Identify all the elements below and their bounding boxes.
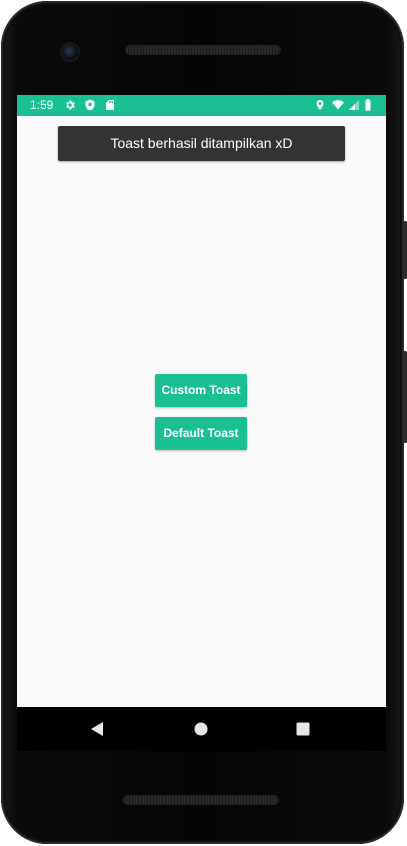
default-toast-button[interactable]: Default Toast xyxy=(155,417,247,450)
status-bar: 1:59 xyxy=(17,95,386,116)
status-time: 1:59 xyxy=(30,98,54,112)
gear-icon xyxy=(64,99,76,111)
top-speaker xyxy=(126,46,280,54)
location-icon xyxy=(314,99,326,111)
volume-button xyxy=(402,351,407,443)
recents-icon[interactable] xyxy=(295,721,311,737)
battery-icon xyxy=(363,99,373,111)
wifi-icon xyxy=(331,99,345,111)
home-icon[interactable] xyxy=(193,721,209,737)
bottom-speaker xyxy=(124,796,278,804)
sd-card-icon xyxy=(104,99,116,111)
custom-toast-button[interactable]: Custom Toast xyxy=(155,374,247,407)
front-camera xyxy=(62,44,78,60)
cell-signal-icon xyxy=(348,99,360,111)
app-screen: 1:59 Toast berhasil ditampilkan xD Custo… xyxy=(17,95,386,707)
toast-message: Toast berhasil ditampilkan xD xyxy=(58,126,345,161)
shield-icon xyxy=(84,99,96,111)
navigation-bar xyxy=(17,707,386,751)
back-icon[interactable] xyxy=(89,721,105,737)
power-button xyxy=(402,221,407,279)
